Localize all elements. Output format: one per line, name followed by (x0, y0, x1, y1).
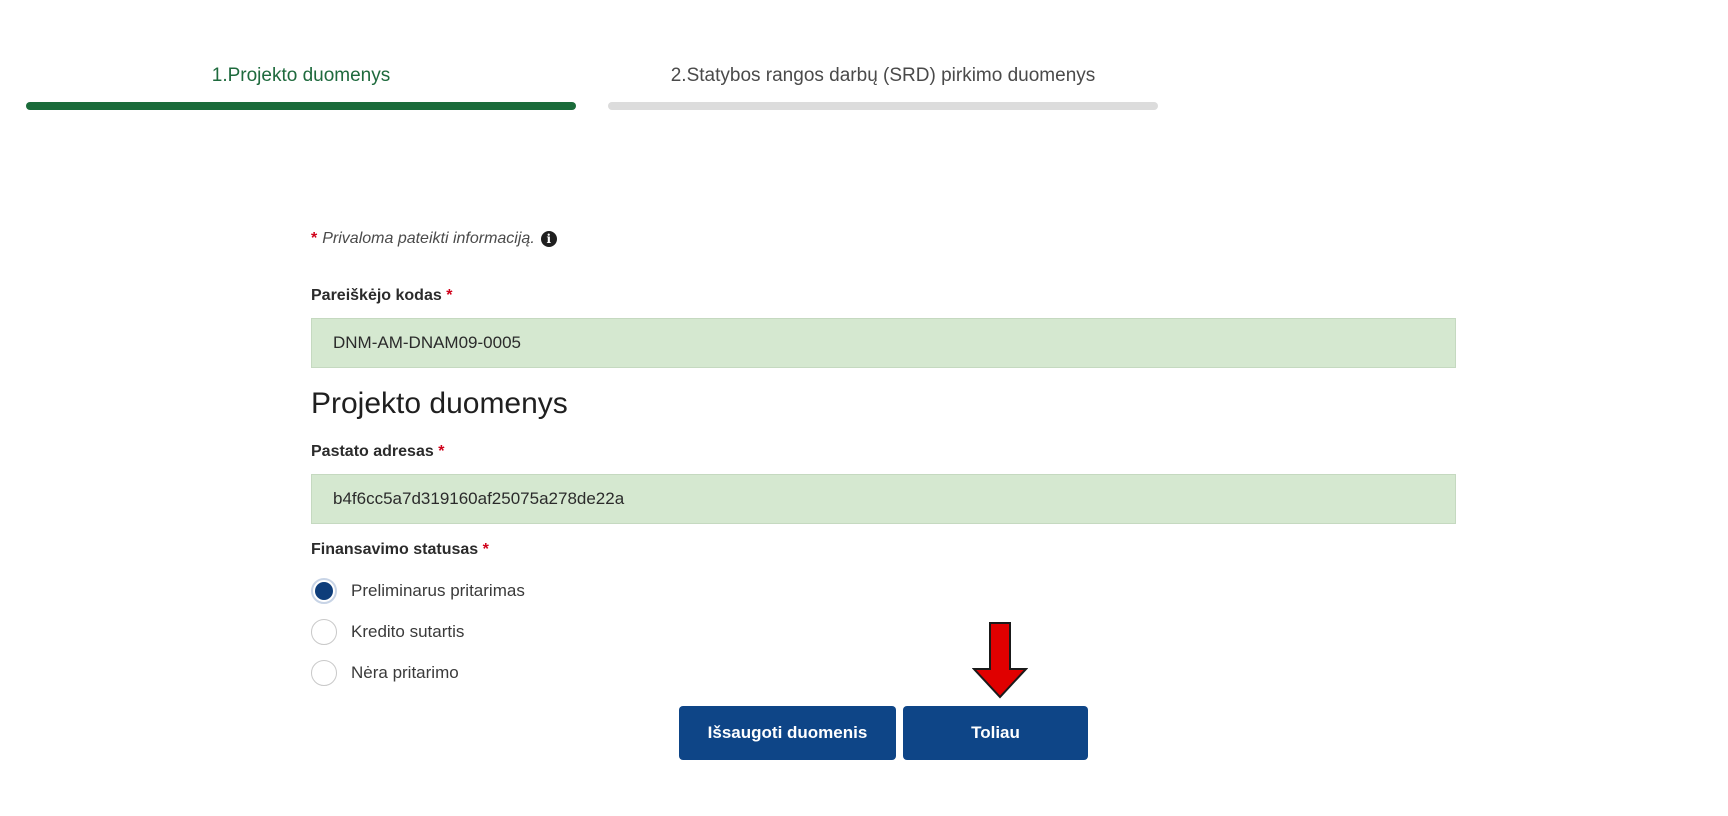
step-progress-bar-inactive (608, 102, 1158, 110)
required-star: * (438, 443, 445, 460)
applicant-code-label: Pareiškėjo kodas * (311, 284, 1456, 308)
funding-status-label: Finansavimo statusas * (311, 538, 1456, 562)
field-label-text: Finansavimo statusas (311, 541, 479, 558)
save-data-button[interactable]: Išsaugoti duomenis (679, 706, 896, 760)
radio-button[interactable] (311, 618, 337, 645)
step-procurement-data[interactable]: 2.Statybos rangos darbų (SRD) pirkimo du… (608, 62, 1158, 110)
applicant-code-input[interactable] (311, 318, 1456, 368)
field-label-text: Pareiškėjo kodas (311, 287, 442, 304)
form-actions: Išsaugoti duomenis Toliau (679, 706, 1088, 760)
radio-label: Nėra pritarimo (351, 662, 459, 682)
required-star: * (446, 287, 453, 304)
info-circle-icon[interactable]: i (540, 231, 557, 247)
required-star: * (482, 541, 489, 558)
form-stepper: 1.Projekto duomenys 2.Statybos rangos da… (26, 62, 1162, 112)
funding-status-radio-group: Preliminarus pritarimas Kredito sutartis… (311, 570, 1456, 693)
required-info-note: * Privaloma pateikti informaciją. i (311, 224, 1456, 254)
radio-label: Preliminarus pritarimas (351, 580, 525, 600)
red-down-arrow-icon (972, 622, 1028, 699)
radio-dot (315, 581, 333, 600)
building-address-label: Pastato adresas * (311, 440, 1456, 464)
radio-option-credit-agreement[interactable]: Kredito sutartis (311, 611, 1456, 652)
step-project-data[interactable]: 1.Projekto duomenys (26, 62, 576, 110)
step-label: 1.Projekto duomenys (211, 65, 391, 86)
radio-label: Kredito sutartis (351, 621, 465, 641)
field-label-text: Pastato adresas (311, 443, 434, 460)
required-star: * (311, 230, 318, 247)
required-note-text: Privaloma pateikti informaciją. (322, 230, 535, 247)
step-progress-bar-active (26, 102, 576, 110)
building-address-input[interactable] (311, 474, 1456, 524)
radio-option-preliminary-approval[interactable]: Preliminarus pritarimas (311, 570, 1456, 611)
radio-button[interactable] (311, 659, 337, 686)
section-title: Projekto duomenys (311, 387, 568, 420)
step-label: 2.Statybos rangos darbų (SRD) pirkimo du… (670, 65, 1096, 86)
radio-option-no-approval[interactable]: Nėra pritarimo (311, 652, 1456, 693)
radio-button-checked[interactable] (311, 577, 337, 604)
project-data-form: * Privaloma pateikti informaciją. i Pare… (311, 224, 1456, 693)
next-button[interactable]: Toliau (903, 706, 1088, 760)
page: 1.Projekto duomenys 2.Statybos rangos da… (0, 0, 1728, 816)
